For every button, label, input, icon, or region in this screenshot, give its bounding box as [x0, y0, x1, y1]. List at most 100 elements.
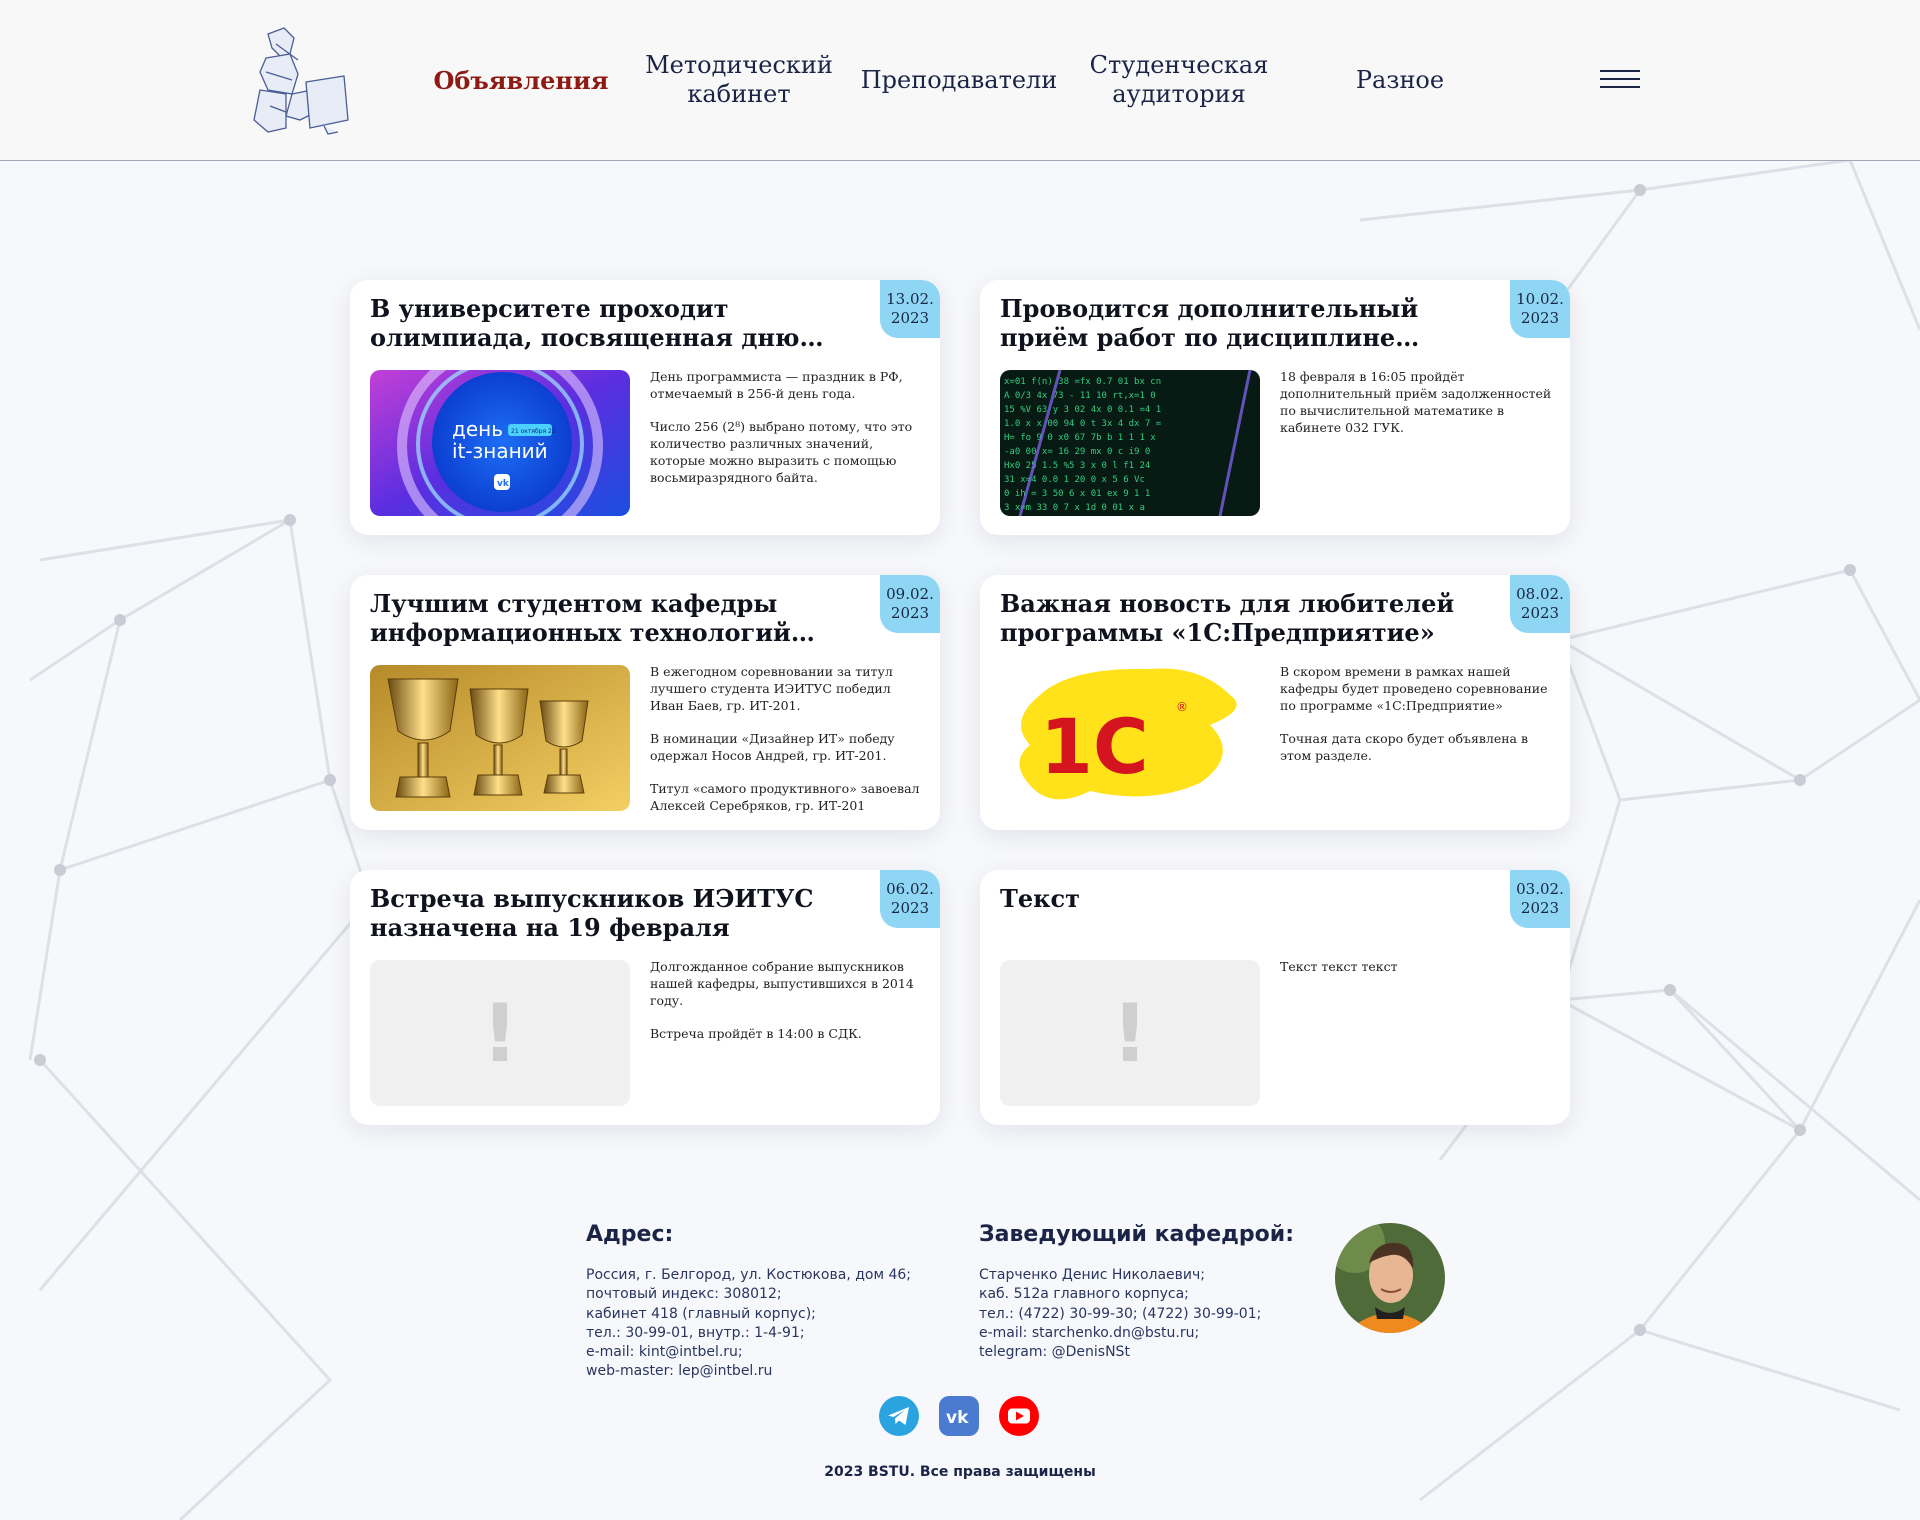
top-navigation-bar: Объявления Методический кабинет Преподав…: [0, 0, 1920, 161]
golden-trophies[interactable]: [370, 665, 630, 811]
svg-text:vk: vk: [946, 1408, 969, 1428]
announcement-card[interactable]: Важная новость для любителей программы «…: [980, 575, 1570, 830]
card-title[interactable]: Проводится дополнительный приём работ по…: [1000, 294, 1480, 352]
head-phone: тел.: (4722) 30-99-30; (4722) 30-99-01;: [979, 1305, 1262, 1322]
card-paragraph: Долгожданное собрание выпускников нашей …: [650, 959, 914, 1008]
card-description: Текст текст текст: [1280, 958, 1555, 991]
svg-text:Hx0 25 1.5 %5 3 x 0 l f1 24: Hx0 25 1.5 %5 3 x 0 l f1 24: [1004, 461, 1150, 471]
head-telegram-link[interactable]: telegram: @DenisNSt: [979, 1343, 1261, 1362]
date-badge: 06.02. 2023: [880, 870, 940, 928]
date-badge: 08.02. 2023: [1510, 575, 1570, 633]
address-block: Россия, г. Белгород, ул. Костюкова, дом …: [586, 1266, 911, 1382]
card-paragraph: В ежегодном соревновании за титул лучшег…: [650, 664, 893, 713]
nav-miscellaneous[interactable]: Разное: [1320, 48, 1480, 112]
card-title[interactable]: Текст: [1000, 884, 1480, 913]
svg-text:vk: vk: [497, 479, 510, 489]
image-placeholder[interactable]: !: [1000, 960, 1260, 1106]
svg-text:1.0 x x 00 94 0 t 3x 4 dx 7 =: 1.0 x x 00 94 0 t 3x 4 dx 7 =: [1004, 419, 1162, 429]
svg-text:®: ®: [1176, 700, 1188, 714]
vk-icon[interactable]: vk: [939, 1396, 979, 1436]
card-description: В скором времени в рамках нашей кафедры …: [1280, 663, 1555, 780]
nav-announcements[interactable]: Объявления: [433, 48, 608, 112]
card-paragraph: В скором времени в рамках нашей кафедры …: [1280, 664, 1548, 713]
date-day: 10.02.: [1516, 290, 1564, 308]
date-day: 08.02.: [1516, 585, 1564, 603]
card-description: В ежегодном соревновании за титул лучшег…: [650, 663, 925, 830]
svg-text:it-знаний: it-знаний: [452, 439, 548, 463]
date-badge: 10.02. 2023: [1510, 280, 1570, 338]
date-year: 2023: [890, 309, 930, 327]
svg-text:-a0 00 x= 16 29 mx 0 c i9 0: -a0 00 x= 16 29 mx 0 c i9 0: [1004, 447, 1150, 457]
it-knowledge-day-banner[interactable]: день it-знаний 21 октября 22 vk: [370, 370, 630, 516]
department-head-block: Старченко Денис Николаевич; каб. 512а гл…: [979, 1266, 1261, 1362]
announcement-card[interactable]: В университете проходит олимпиада, посвя…: [350, 280, 940, 535]
telegram-icon[interactable]: [879, 1396, 919, 1436]
head-office: каб. 512а главного корпуса;: [979, 1286, 1189, 1303]
card-paragraph: Встреча пройдёт в 14:00 в СДК.: [650, 1026, 862, 1041]
date-year: 2023: [1520, 309, 1560, 327]
card-paragraph: Точная дата скоро будет объявлена в этом…: [1280, 731, 1529, 763]
announcement-card[interactable]: Лучшим студентом кафедры информационных …: [350, 575, 940, 830]
thinker-statue-icon[interactable]: [246, 24, 356, 136]
exclamation-icon: !: [481, 986, 519, 1080]
date-badge: 03.02. 2023: [1510, 870, 1570, 928]
green-code-screen[interactable]: x=01 f(n) 38 =fx 0.7 01 bx cn A 0/3 4x 7…: [1000, 370, 1260, 516]
department-head-heading: Заведующий кафедрой:: [979, 1222, 1294, 1247]
card-description: День программиста — праздник в РФ, отмеч…: [650, 368, 925, 502]
card-title[interactable]: Встреча выпускников ИЭИТУС назначена на …: [370, 884, 850, 942]
card-paragraph: 18 февраля в 16:05 пройдёт дополнительны…: [1280, 369, 1552, 435]
youtube-icon[interactable]: [999, 1396, 1039, 1436]
address-heading: Адрес:: [586, 1222, 674, 1247]
announcement-card[interactable]: Встреча выпускников ИЭИТУС назначена на …: [350, 870, 940, 1125]
card-description: 18 февраля в 16:05 пройдёт дополнительны…: [1280, 368, 1555, 452]
svg-text:21 октября 22: 21 октября 22: [511, 428, 556, 435]
nav-student-audience[interactable]: Студенческая аудитория: [1090, 48, 1269, 112]
hamburger-icon[interactable]: [1600, 70, 1640, 90]
webmaster-email-link[interactable]: web-master: lep@intbel.ru: [586, 1362, 911, 1381]
card-title[interactable]: Лучшим студентом кафедры информационных …: [370, 589, 850, 647]
card-paragraph: Текст текст текст: [1280, 959, 1398, 974]
address-line: тел.: 30-99-01, внутр.: 1-4-91;: [586, 1324, 805, 1341]
card-paragraph: Титул «самого продуктивного» завоевал Ал…: [650, 781, 920, 813]
date-year: 2023: [1520, 604, 1560, 622]
card-title[interactable]: Важная новость для любителей программы «…: [1000, 589, 1480, 647]
svg-text:3 x=m 33 0 7 x 1d 0 01 x a: 3 x=m 33 0 7 x 1d 0 01 x a: [1004, 503, 1145, 513]
card-title[interactable]: В университете проходит олимпиада, посвя…: [370, 294, 850, 352]
page-footer: Адрес: Россия, г. Белгород, ул. Костюков…: [0, 1200, 1920, 1520]
image-placeholder[interactable]: !: [370, 960, 630, 1106]
nav-methodical-office[interactable]: Методический кабинет: [645, 48, 833, 112]
address-line: кабинет 418 (главный корпус);: [586, 1305, 816, 1322]
card-paragraph: В номинации «Дизайнер ИТ» победу одержал…: [650, 731, 895, 763]
announcement-card[interactable]: Проводится дополнительный приём работ по…: [980, 280, 1570, 535]
date-year: 2023: [890, 899, 930, 917]
date-badge: 13.02. 2023: [880, 280, 940, 338]
date-day: 09.02.: [886, 585, 934, 603]
date-day: 13.02.: [886, 290, 934, 308]
address-email-link[interactable]: e-mail: kint@intbel.ru;: [586, 1343, 911, 1362]
svg-text:A 0/3 4x 73 - 11 10 rt,x=1 0: A 0/3 4x 73 - 11 10 rt,x=1 0: [1004, 391, 1156, 401]
head-email-link[interactable]: e-mail: starchenko.dn@bstu.ru;: [979, 1324, 1261, 1343]
date-day: 03.02.: [1516, 880, 1564, 898]
nav-teachers[interactable]: Преподаватели: [861, 48, 1058, 112]
svg-text:H= fo 9 0 x0 67 7b b 1 1 1 x: H= fo 9 0 x0 67 7b b 1 1 1 x: [1004, 433, 1156, 443]
head-name: Старченко Денис Николаевич;: [979, 1267, 1205, 1283]
copyright: 2023 BSTU. Все права защищены: [824, 1464, 1096, 1480]
svg-text:31 x=4 0.0 1 20 0 x 5 6 Vc: 31 x=4 0.0 1 20 0 x 5 6 Vc: [1004, 475, 1145, 485]
exclamation-icon: !: [1111, 986, 1149, 1080]
date-year: 2023: [1520, 899, 1560, 917]
card-paragraph: День программиста — праздник в РФ, отмеч…: [650, 369, 903, 401]
banner-text: день: [452, 417, 503, 441]
card-paragraph: Число 256 (2⁸) выбрано потому, что это к…: [650, 419, 913, 485]
date-year: 2023: [890, 604, 930, 622]
date-badge: 09.02. 2023: [880, 575, 940, 633]
announcement-card[interactable]: Текст 03.02. 2023 ! Текст текст текст: [980, 870, 1570, 1125]
avatar: [1335, 1223, 1445, 1333]
address-line: почтовый индекс: 308012;: [586, 1286, 782, 1303]
svg-text:x=01 f(n) 38 =fx 0.7 01 bx cn: x=01 f(n) 38 =fx 0.7 01 bx cn: [1004, 377, 1161, 387]
card-description: Долгожданное собрание выпускников нашей …: [650, 958, 925, 1058]
1c-logo-text: 1С: [1040, 702, 1149, 791]
date-day: 06.02.: [886, 880, 934, 898]
address-line: Россия, г. Белгород, ул. Костюкова, дом …: [586, 1267, 912, 1283]
1c-logo[interactable]: 1С ®: [1000, 665, 1260, 811]
svg-text:15 %V 63 y 3 02 4x 0 0.1 =4 1: 15 %V 63 y 3 02 4x 0 0.1 =4 1: [1004, 405, 1161, 415]
